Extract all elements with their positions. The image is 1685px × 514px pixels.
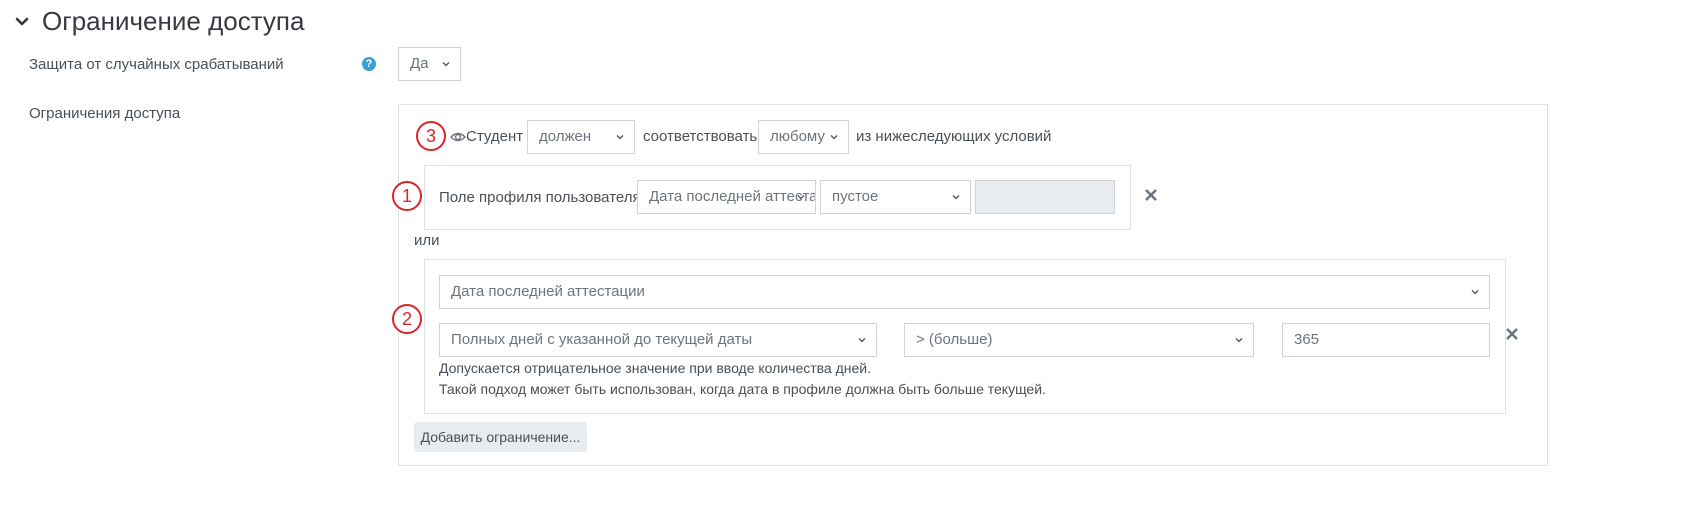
chevron-down-icon — [797, 195, 805, 200]
condition1-value-input[interactable] — [975, 180, 1115, 214]
condition2-operator-value: > (больше) — [916, 331, 993, 348]
condition1-operator-select[interactable]: пустое — [820, 180, 971, 214]
section-title: Ограничение доступа — [42, 6, 305, 36]
condition1-operator-value: пустое — [832, 188, 879, 205]
profile-field-label: Поле профиля пользователя — [439, 189, 641, 206]
chevron-down-icon — [952, 195, 960, 200]
protection-label: Защита от случайных срабатываний — [29, 56, 284, 73]
student-label: Студент — [466, 128, 524, 145]
condition2-mode-select[interactable]: Полных дней с указанной до текущей даты — [439, 323, 877, 357]
eye-icon[interactable] — [450, 130, 466, 144]
any-select-value: любому — [770, 128, 825, 145]
following-label: из нижеследующих условий — [856, 128, 1052, 145]
any-select[interactable]: любому — [758, 120, 849, 154]
condition1-field-select[interactable]: Дата последней аттестации — [637, 180, 816, 214]
close-icon[interactable] — [1505, 327, 1519, 341]
match-label: соответствовать — [643, 128, 758, 145]
chevron-down-icon — [830, 135, 838, 140]
close-icon[interactable] — [1144, 188, 1158, 202]
condition1-field-value: Дата последней аттестации — [649, 188, 815, 205]
condition2-hint-line1: Допускается отрицательное значение при в… — [439, 360, 871, 376]
add-restriction-button[interactable]: Добавить ограничение... — [414, 422, 587, 452]
or-label: или — [414, 232, 440, 249]
chevron-down-icon — [858, 338, 866, 343]
chevron-down-icon — [1235, 338, 1243, 343]
marker-1: 1 — [392, 181, 422, 211]
must-select-value: должен — [539, 128, 592, 145]
marker-3: 3 — [416, 121, 446, 151]
help-icon[interactable]: ? — [362, 57, 376, 71]
condition2-days-input[interactable]: 365 — [1282, 323, 1490, 357]
chevron-down-icon — [442, 62, 450, 67]
condition2-mode-value: Полных дней с указанной до текущей даты — [451, 331, 753, 348]
restrictions-label: Ограничения доступа — [29, 105, 181, 122]
condition2-field-select[interactable]: Дата последней аттестации — [439, 275, 1490, 309]
marker-2: 2 — [392, 304, 422, 334]
protection-select-value: Да — [410, 55, 429, 72]
condition2-hint-line2: Такой подход может быть использован, ког… — [439, 381, 1046, 397]
condition2-operator-select[interactable]: > (больше) — [904, 323, 1254, 357]
chevron-down-icon — [1471, 290, 1479, 295]
chevron-down-icon — [616, 135, 624, 140]
protection-select[interactable]: Да — [398, 47, 461, 81]
chevron-down-icon[interactable] — [14, 14, 30, 30]
condition2-field-value: Дата последней аттестации — [451, 283, 645, 300]
must-select[interactable]: должен — [527, 120, 635, 154]
